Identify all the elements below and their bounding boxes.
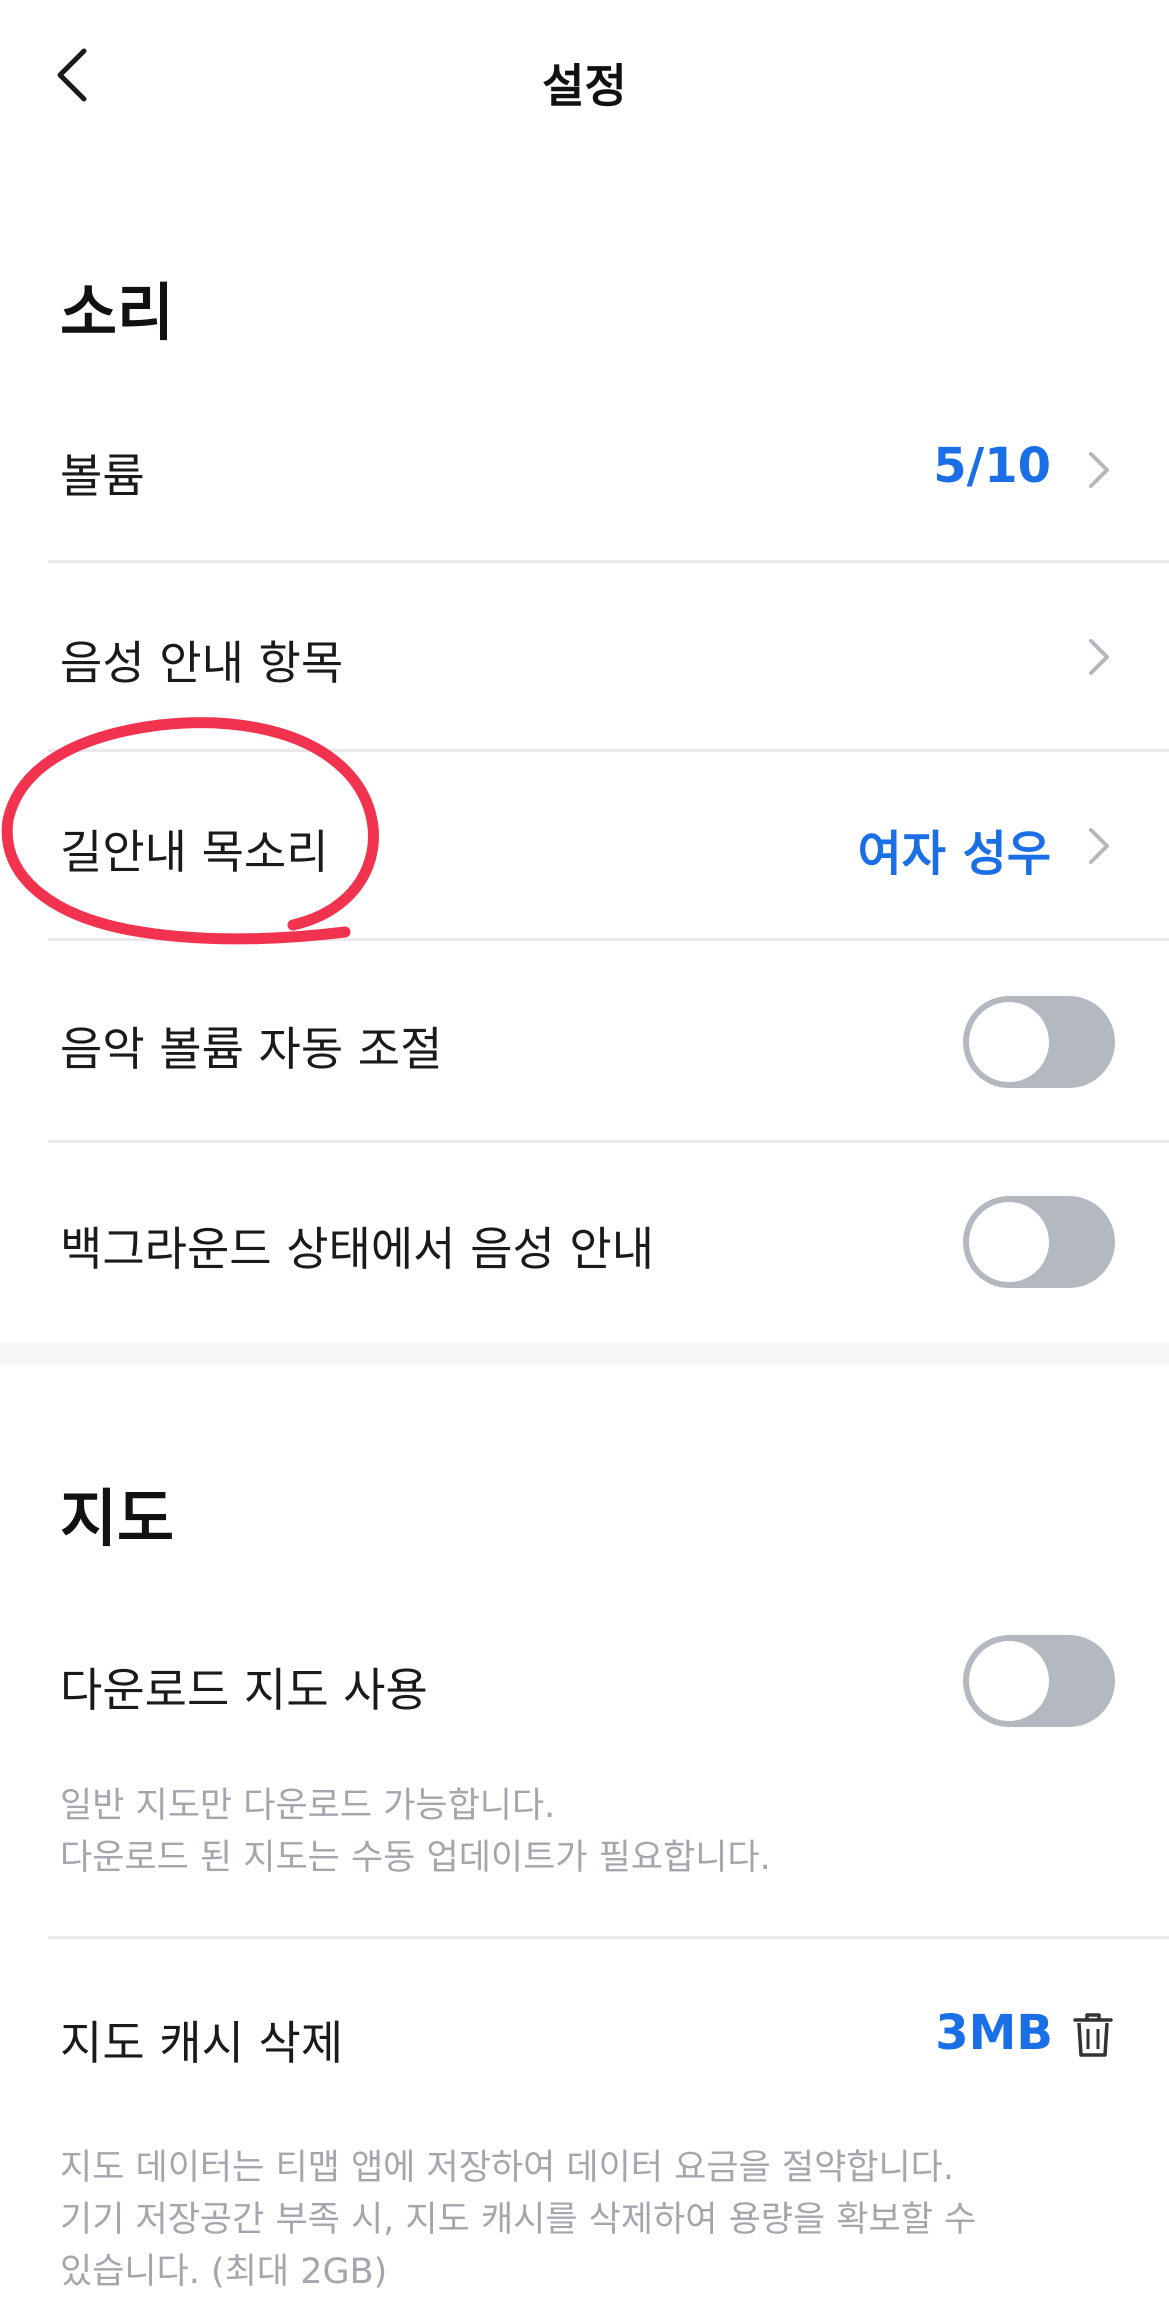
helper-line: 지도 데이터는 티맵 앱에 저장하여 데이터 요금을 절약합니다. <box>60 2148 955 2188</box>
map-cache-helper-text: 지도 데이터는 티맵 앱에 저장하여 데이터 요금을 절약합니다. 기기 저장공… <box>60 2142 976 2298</box>
row-label: 지도 캐시 삭제 <box>60 2016 344 2070</box>
section-title-map: 지도 <box>60 1482 175 1555</box>
toggle-knob <box>969 1202 1049 1282</box>
settings-row-download-map: 다운로드 지도 사용 <box>0 1600 1169 1770</box>
top-bar: 설정 <box>0 0 1169 160</box>
helper-line: 있습니다. (최대 2GB) <box>60 2252 388 2292</box>
chevron-right-icon <box>1087 450 1111 490</box>
chevron-right-icon <box>1087 637 1111 677</box>
download-map-toggle[interactable] <box>963 1635 1115 1727</box>
row-label: 볼륨 <box>60 449 145 503</box>
helper-line: 일반 지도만 다운로드 가능합니다. <box>60 1786 556 1826</box>
trash-icon[interactable] <box>1073 2011 1113 2059</box>
map-cache-size-value: 3MB <box>935 2005 1053 2061</box>
page-title: 설정 <box>542 59 627 113</box>
toggle-knob <box>969 1002 1049 1082</box>
settings-row-music-auto-volume: 음악 볼륨 자동 조절 <box>0 941 1169 1141</box>
download-map-helper-text: 일반 지도만 다운로드 가능합니다. 다운로드 된 지도는 수동 업데이트가 필… <box>60 1780 771 1884</box>
row-label: 다운로드 지도 사용 <box>60 1663 428 1717</box>
row-label: 음악 볼륨 자동 조절 <box>60 1022 443 1076</box>
guide-voice-value: 여자 성우 <box>857 826 1051 882</box>
section-separator <box>0 1343 1169 1365</box>
settings-row-voice-items[interactable]: 음성 안내 항목 <box>0 563 1169 749</box>
helper-line: 다운로드 된 지도는 수동 업데이트가 필요합니다. <box>60 1838 771 1878</box>
background-voice-toggle[interactable] <box>963 1196 1115 1288</box>
section-title-sound: 소리 <box>60 276 175 349</box>
settings-row-background-voice: 백그라운드 상태에서 음성 안내 <box>0 1143 1169 1343</box>
row-label: 길안내 목소리 <box>60 825 329 879</box>
settings-row-volume[interactable]: 볼륨 5/10 <box>0 420 1169 560</box>
music-auto-volume-toggle[interactable] <box>963 996 1115 1088</box>
settings-row-guide-voice[interactable]: 길안내 목소리 여자 성우 <box>0 752 1169 938</box>
row-label: 백그라운드 상태에서 음성 안내 <box>60 1222 655 1276</box>
settings-row-map-cache: 지도 캐시 삭제 3MB <box>0 1939 1169 2129</box>
toggle-knob <box>969 1641 1049 1721</box>
chevron-right-icon <box>1087 826 1111 866</box>
row-label: 음성 안내 항목 <box>60 636 344 690</box>
helper-line: 기기 저장공간 부족 시, 지도 캐시를 삭제하여 용량을 확보할 수 <box>60 2200 977 2240</box>
volume-value: 5/10 <box>933 438 1051 494</box>
